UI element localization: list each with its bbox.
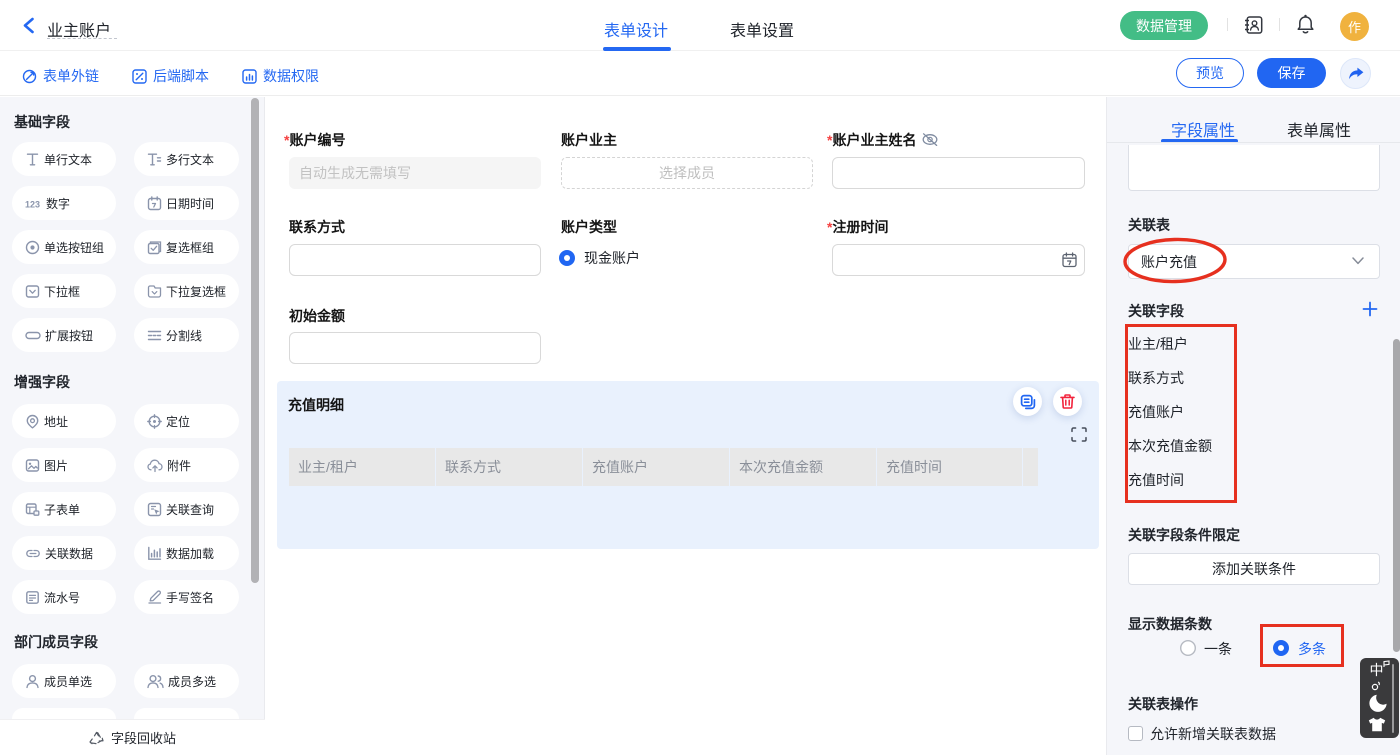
svg-text:123: 123: [25, 199, 40, 209]
